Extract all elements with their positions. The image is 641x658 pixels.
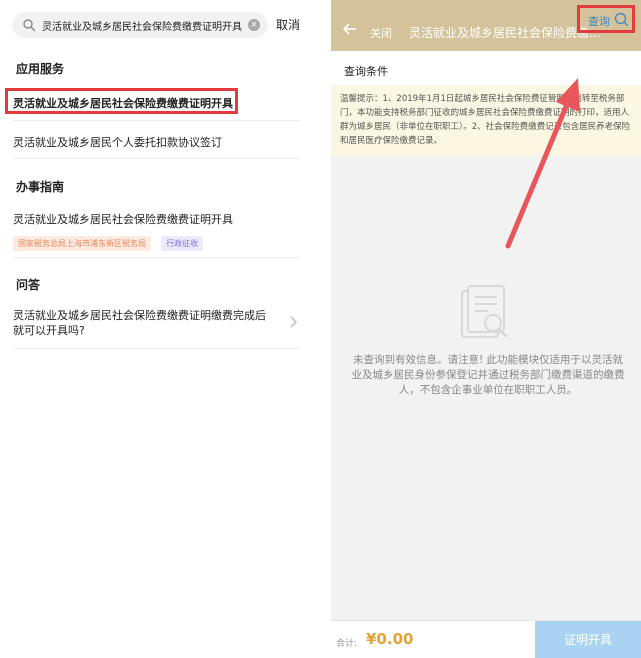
empty-document-icon — [461, 285, 508, 338]
footer-bar: 合计: ¥0.00 证明开具 — [331, 620, 641, 658]
guide-result-tags: 国家税务总局上海市浦东新区税务局 行政征收 — [13, 231, 208, 251]
clear-search-icon[interactable]: × — [248, 19, 260, 31]
divider — [13, 257, 300, 258]
search-query-text: 灵活就业及城乡居民社会保险费缴费证明开具 — [42, 22, 242, 33]
divider — [13, 348, 300, 349]
divider — [13, 120, 300, 121]
issue-certificate-button[interactable]: 证明开具 — [535, 621, 641, 658]
screenshot-root: 灵活就业及城乡居民社会保险费缴费证明开具 × 取消 应用服务 灵活就业及城乡居民… — [0, 0, 641, 658]
app-result-deduction-agreement[interactable]: 灵活就业及城乡居民个人委托扣款协议签订 — [13, 134, 222, 150]
guide-result-title[interactable]: 灵活就业及城乡居民社会保险费缴费证明开具 — [13, 211, 233, 227]
section-heading-qa: 问答 — [16, 278, 41, 292]
query-conditions-bar: 查询条件 — [331, 51, 641, 85]
total-amount: ¥0.00 — [366, 630, 414, 648]
query-conditions-label: 查询条件 — [344, 65, 388, 78]
divider — [13, 158, 300, 159]
section-heading-apps: 应用服务 — [16, 62, 65, 76]
search-results-panel: 灵活就业及城乡居民社会保险费缴费证明开具 × 取消 应用服务 灵活就业及城乡居民… — [0, 0, 310, 658]
close-button[interactable]: 关闭 — [370, 25, 392, 41]
empty-state-message: 未查询到有效信息。请注意! 此功能模块仅适用于以灵活就业及城乡居民身份参保登记并… — [351, 354, 625, 396]
cancel-button[interactable]: 取消 — [276, 16, 300, 33]
certificate-page-panel: 关闭 灵活就业及城乡居民社会保险费缴... 查询条件 查询 温馨提示：1、201… — [331, 0, 641, 658]
search-icon[interactable] — [614, 12, 628, 26]
app-result-issue-certificate[interactable]: 灵活就业及城乡居民社会保险费缴费证明开具 — [13, 95, 233, 111]
tag-administrative-collection: 行政征收 — [161, 236, 204, 251]
search-input[interactable]: 灵活就业及城乡居民社会保险费缴费证明开具 × — [12, 12, 268, 38]
chevron-right-icon — [290, 316, 297, 328]
tag-tax-bureau: 国家税务总局上海市浦东新区税务局 — [13, 236, 151, 251]
qa-result-item[interactable]: 灵活就业及城乡居民社会保险费缴费证明缴费完成后就可以开具吗? — [13, 308, 273, 338]
back-arrow-icon[interactable] — [343, 23, 357, 35]
total-label: 合计: — [336, 639, 358, 649]
section-heading-guide: 办事指南 — [16, 180, 65, 194]
search-icon — [23, 19, 36, 32]
notice-banner: 温馨提示：1、2019年1月1日起城乡居民社会保险费征管职责划转至税务部门，本功… — [331, 86, 641, 156]
query-button[interactable]: 查询 — [588, 13, 610, 29]
